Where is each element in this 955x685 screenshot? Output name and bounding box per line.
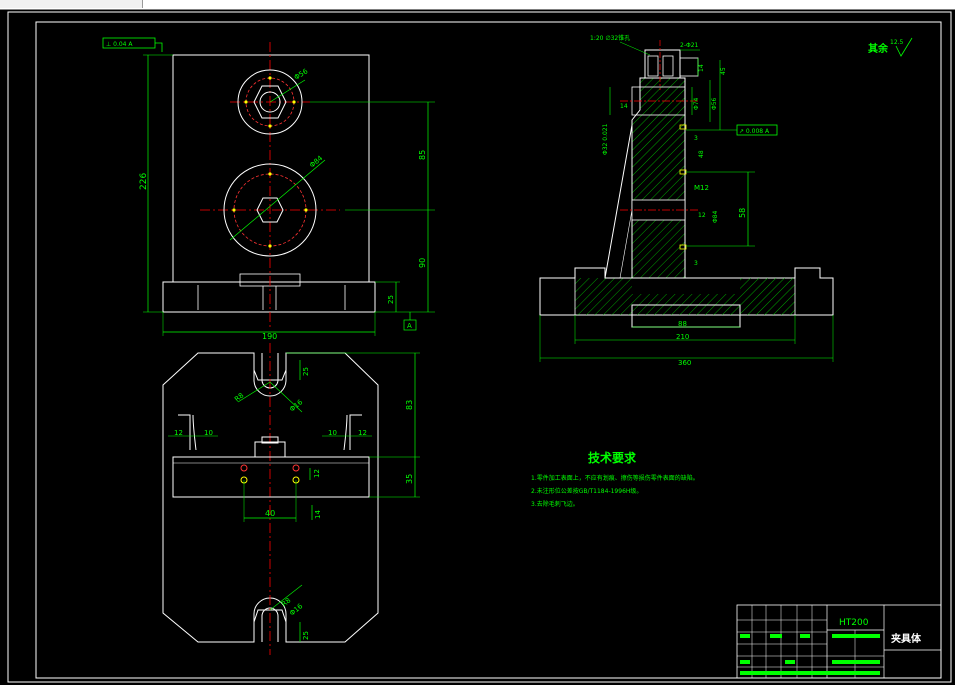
title-block: HT200 夹具体 bbox=[736, 604, 942, 679]
tech-line-3: 3.去除毛刺飞边。 bbox=[531, 500, 579, 508]
dim-front-width: 190 bbox=[262, 332, 277, 341]
datum-a-label: A bbox=[407, 322, 412, 330]
dim-48: 48 bbox=[698, 150, 705, 158]
inner-border bbox=[35, 21, 942, 679]
dim-base-thickness: 25 bbox=[387, 295, 395, 304]
tech-line-2: 2.未注形位公差按GB/T1184-1996H级。 bbox=[531, 487, 642, 495]
dim-m12: M12 bbox=[694, 184, 709, 192]
dim-phi56: Φ56 bbox=[711, 97, 718, 110]
window-tab[interactable] bbox=[0, 0, 143, 8]
dim-88: 88 bbox=[678, 320, 687, 328]
front-body bbox=[172, 54, 370, 283]
dim-25-bottom: 25 bbox=[302, 631, 310, 640]
runout-frame-text: ↗ 0.008 A bbox=[739, 128, 770, 135]
datum-a: A bbox=[403, 312, 417, 331]
section-view: 1:20 ∅32锥孔 2-Φ21 14 14 Φ74 Φ56 45 Φ32 0.… bbox=[539, 34, 834, 367]
dim-210: 210 bbox=[676, 333, 689, 341]
dim-12-section: 12 bbox=[698, 212, 706, 219]
dim-10-right: 10 bbox=[328, 429, 337, 437]
dim-58: 58 bbox=[738, 208, 747, 218]
roughness-label: 其余 bbox=[868, 42, 889, 55]
part-name: 夹具体 bbox=[891, 632, 922, 645]
roughness-note: 其余 12.5 bbox=[868, 37, 913, 57]
dim-2-phi21: 2-Φ21 bbox=[680, 42, 699, 49]
dim-14: 14 bbox=[314, 510, 322, 519]
dim-top-lower: 35 bbox=[405, 474, 414, 484]
section-column bbox=[631, 77, 686, 279]
cad-drawing: ⊥ 0.04 A Φ56 Φ84 226 190 85 90 25 A 40 1… bbox=[7, 11, 952, 683]
flatness-frame: ⊥ 0.04 A bbox=[102, 37, 163, 52]
dim-360: 360 bbox=[678, 359, 691, 367]
tech-requirements: 技术要求 1.零件加工表面上，不应有划痕、擦伤等损伤零件表面的缺陷。 2.未注形… bbox=[531, 450, 699, 508]
dim-45-side: 45 bbox=[720, 67, 727, 75]
dim-hole-gap: 12 bbox=[313, 469, 321, 478]
dim-taper-hole: 1:20 ∅32锥孔 bbox=[590, 34, 630, 42]
dim-phi-top: Φ16 bbox=[288, 398, 305, 414]
tech-line-1: 1.零件加工表面上，不应有划痕、擦伤等损伤零件表面的缺陷。 bbox=[531, 474, 699, 482]
front-view: ⊥ 0.04 A Φ56 Φ84 226 190 85 90 25 A bbox=[102, 37, 435, 341]
dim-slot-top: 25 bbox=[302, 367, 310, 376]
top-view: 40 12 14 12 10 10 12 25 R8 Φ16 83 35 R8 … bbox=[162, 343, 420, 655]
dim-phi-bottom: Φ16 bbox=[288, 602, 305, 618]
dim-3b: 3 bbox=[694, 260, 698, 267]
dim-3a: 3 bbox=[694, 135, 698, 142]
roughness-value: 12.5 bbox=[890, 39, 904, 46]
dim-front-height: 226 bbox=[139, 173, 149, 190]
dim-lower-height: 90 bbox=[418, 258, 427, 268]
material-label: HT200 bbox=[839, 618, 869, 628]
dim-r-top: R8 bbox=[233, 391, 245, 403]
dim-14-bore: 14 bbox=[620, 103, 628, 110]
dim-phi32: Φ32 0.021 bbox=[602, 123, 609, 155]
window-topbar bbox=[0, 0, 955, 10]
dim-top-height: 83 bbox=[405, 400, 414, 410]
dim-center-distance: 85 bbox=[418, 150, 427, 160]
dim-10-left: 10 bbox=[204, 429, 213, 437]
dim-14-top: 14 bbox=[698, 64, 705, 72]
outer-border bbox=[7, 11, 952, 683]
dim-phi74: Φ74 bbox=[693, 97, 700, 110]
dim-phi84: Φ84 bbox=[712, 210, 719, 223]
dim-12-left: 12 bbox=[174, 429, 183, 437]
tech-title: 技术要求 bbox=[588, 450, 637, 465]
flatness-frame-text: ⊥ 0.04 A bbox=[106, 41, 133, 48]
dim-hole-spacing: 40 bbox=[265, 509, 275, 518]
dim-12-right: 12 bbox=[358, 429, 367, 437]
dim-r-bottom: R8 bbox=[280, 596, 292, 608]
front-base bbox=[162, 281, 376, 313]
dim-upper-hole: Φ56 bbox=[293, 67, 310, 82]
runout-frame: ↗ 0.008 A bbox=[686, 124, 778, 136]
